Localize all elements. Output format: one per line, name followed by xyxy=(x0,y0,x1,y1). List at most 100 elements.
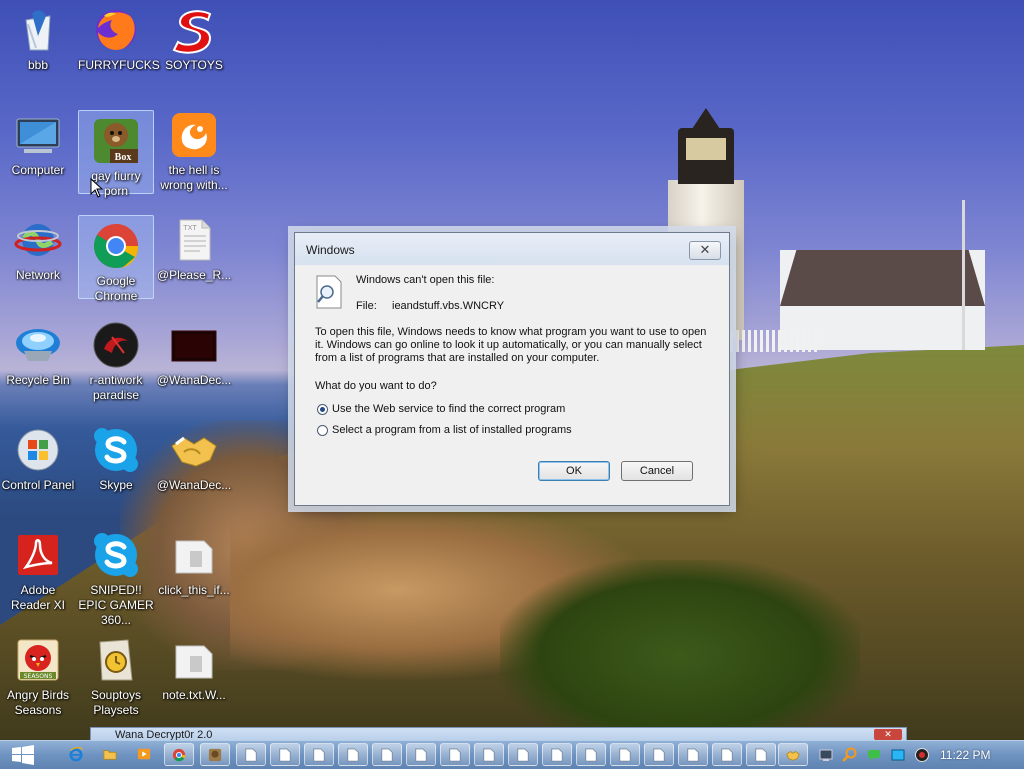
box-app-icon: Box xyxy=(94,119,138,163)
taskbar: 11:22 PM xyxy=(0,740,1024,769)
desktop-icon-skype[interactable]: Skype xyxy=(78,420,154,493)
icon-label: Google Chrome xyxy=(94,274,138,303)
media-player-icon xyxy=(137,748,151,760)
s-logo-icon xyxy=(172,10,212,54)
chat-tray-icon[interactable] xyxy=(866,747,882,763)
icon-label: @WanaDec... xyxy=(156,478,232,492)
angry-birds-icon: SEASONS xyxy=(17,639,59,681)
network-tray-icon[interactable] xyxy=(818,747,834,763)
wallpaper-shrub xyxy=(500,560,860,740)
taskbar-media-player[interactable] xyxy=(130,743,160,766)
cancel-button[interactable]: Cancel xyxy=(621,461,693,481)
document-icon xyxy=(347,748,359,762)
taskbar-document-window[interactable] xyxy=(542,743,572,766)
taskbar-document-window[interactable] xyxy=(440,743,470,766)
taskbar-document-window[interactable] xyxy=(236,743,266,766)
mouse-cursor-icon xyxy=(90,178,104,198)
desktop-icon-the-hell-is-wrong[interactable]: the hell is wrong with... xyxy=(156,105,232,193)
taskbar-ie[interactable] xyxy=(62,743,92,766)
ok-button[interactable]: OK xyxy=(538,461,610,481)
desktop-icon-adobe-reader[interactable]: Adobe Reader XI xyxy=(0,525,76,613)
icon-label: @Please_R... xyxy=(156,268,232,282)
taskbar-document-window[interactable] xyxy=(270,743,300,766)
dialog-title: Windows xyxy=(306,243,355,257)
taskbar-document-window[interactable] xyxy=(678,743,708,766)
icon-label: SOYTOYS xyxy=(165,58,223,72)
desktop-icon-please-read[interactable]: TXT @Please_R... xyxy=(156,210,232,283)
uc-browser-icon xyxy=(172,113,216,157)
document-icon xyxy=(653,748,665,762)
desktop-icon-computer[interactable]: Computer xyxy=(0,105,76,178)
taskbar-document-window[interactable] xyxy=(372,743,402,766)
taskbar-wana-decryptor[interactable] xyxy=(778,743,808,766)
dialog-close-button[interactable]: ✕ xyxy=(689,241,721,260)
desktop-icon-bbb[interactable]: bbb xyxy=(0,0,76,73)
taskbar-document-window[interactable] xyxy=(406,743,436,766)
text-file-icon: TXT xyxy=(179,219,211,261)
icon-label: SNIPED!! EPIC GAMER 360... xyxy=(78,583,154,627)
desktop-icon-r-antiwork[interactable]: r-antiwork paradise xyxy=(78,315,154,403)
icon-label: FURRYFUCKS xyxy=(78,58,160,72)
icon-label: Souptoys Playsets xyxy=(90,688,142,717)
taskbar-document-window[interactable] xyxy=(474,743,504,766)
desktop-icon-wanadec-2[interactable]: @WanaDec... xyxy=(156,420,232,493)
taskbar-clock[interactable]: 11:22 PM xyxy=(940,748,990,762)
icon-label: Network xyxy=(15,268,60,282)
desktop-icon-sniped[interactable]: SNIPED!! EPIC GAMER 360... xyxy=(78,525,154,628)
desktop-icon-angry-birds[interactable]: SEASONS Angry Birds Seasons xyxy=(0,630,76,718)
icon-label: Computer xyxy=(11,163,65,177)
document-icon xyxy=(279,748,291,762)
document-icon xyxy=(313,748,325,762)
desktop-icon-control-panel[interactable]: Control Panel xyxy=(0,420,76,493)
icon-label: @WanaDec... xyxy=(156,373,232,387)
radio-web-service-label[interactable]: Use the Web service to find the correct … xyxy=(332,403,565,415)
desktop-icon-recycle-bin[interactable]: Recycle Bin xyxy=(0,315,76,388)
radio-select-program[interactable] xyxy=(317,425,328,436)
desktop-icon-wanadec-1[interactable]: @WanaDec... xyxy=(156,315,232,388)
handshake-icon xyxy=(786,750,800,761)
desktop-icon-souptoys[interactable]: Souptoys Playsets xyxy=(78,630,154,718)
record-tray-icon[interactable] xyxy=(914,747,930,763)
desktop-icon-google-chrome[interactable]: Google Chrome xyxy=(78,215,154,303)
cant-open-file-dialog: Windows ✕ Windows can't open this file: … xyxy=(294,232,730,506)
taskbar-document-window[interactable] xyxy=(712,743,742,766)
taskbar-app-box[interactable] xyxy=(200,743,230,766)
taskbar-document-window[interactable] xyxy=(576,743,606,766)
taskbar-chrome[interactable] xyxy=(164,743,194,766)
generic-file-icon xyxy=(175,540,213,574)
taskbar-document-window[interactable] xyxy=(644,743,674,766)
souptoys-icon xyxy=(99,639,133,681)
dialog-title-bar[interactable]: Windows ✕ xyxy=(295,233,729,265)
document-icon xyxy=(755,748,767,762)
taskbar-explorer[interactable] xyxy=(96,743,126,766)
taskbar-document-window[interactable] xyxy=(304,743,334,766)
display-tray-icon[interactable] xyxy=(890,747,906,763)
desktop-icon-soytoys[interactable]: SOYTOYS xyxy=(156,0,232,73)
search-tray-icon[interactable] xyxy=(842,747,858,763)
file-search-icon xyxy=(316,275,342,309)
skype-icon xyxy=(94,533,138,577)
desktop-icon-click-this[interactable]: click_this_if... xyxy=(156,525,232,598)
icon-label: Skype xyxy=(99,478,133,492)
radio-web-service[interactable] xyxy=(317,404,328,415)
file-label: File: xyxy=(356,300,377,312)
windows-start-icon[interactable] xyxy=(12,745,34,765)
wallpaper-lighthouse-glass xyxy=(686,138,726,160)
taskbar-document-window[interactable] xyxy=(338,743,368,766)
desktop-icon-note-txt[interactable]: note.txt.W... xyxy=(156,630,232,703)
folder-icon xyxy=(103,750,117,760)
taskbar-document-window[interactable] xyxy=(746,743,776,766)
skype-icon xyxy=(94,428,138,472)
network-globe-icon xyxy=(14,224,62,256)
box-badge: Box xyxy=(115,152,132,163)
taskbar-document-window[interactable] xyxy=(508,743,538,766)
taskbar-document-window[interactable] xyxy=(610,743,640,766)
wana-decryptor-close-button[interactable]: ✕ xyxy=(874,729,902,740)
icon-label: the hell is wrong with... xyxy=(160,163,228,192)
document-icon xyxy=(551,748,563,762)
desktop-icon-furryfucks[interactable]: FURRYFUCKS xyxy=(78,0,160,73)
radio-select-program-label[interactable]: Select a program from a list of installe… xyxy=(332,424,572,436)
icon-label: Recycle Bin xyxy=(6,373,70,387)
handshake-icon xyxy=(171,436,217,467)
desktop-icon-network[interactable]: Network xyxy=(0,210,76,283)
